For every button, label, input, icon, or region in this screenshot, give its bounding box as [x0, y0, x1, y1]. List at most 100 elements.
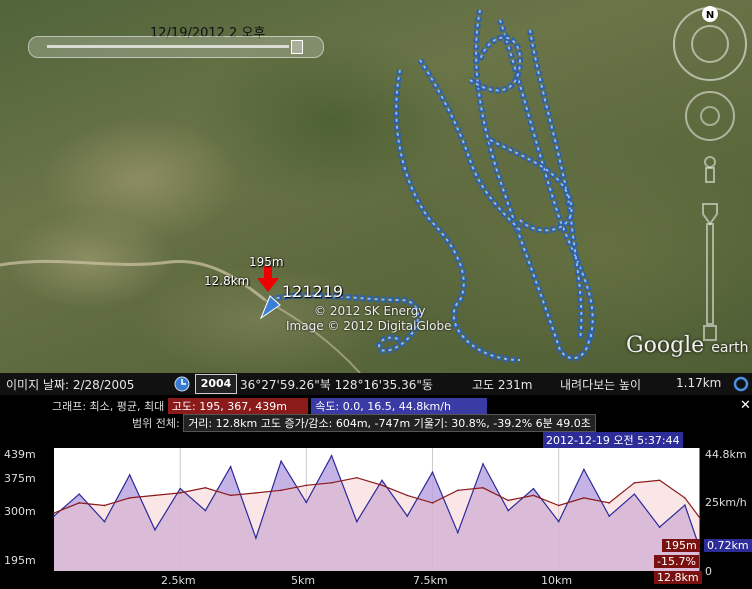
navigation-controls[interactable]: N	[670, 4, 752, 349]
status-bar: 이미지 날짜: 2/28/2005 2004 36°27'59.26"북 128…	[0, 373, 752, 395]
altitude-point	[557, 504, 560, 507]
speed-point	[482, 463, 484, 465]
speed-point	[78, 493, 81, 495]
cursor-speed: 0.72km	[704, 539, 752, 552]
altitude-point	[633, 481, 636, 484]
y-left-tick: 439m	[4, 448, 36, 461]
gps-track-segment	[473, 9, 593, 362]
pegman-body	[705, 167, 715, 183]
historical-year-button[interactable]: 2004	[195, 374, 237, 394]
speed-point	[280, 460, 282, 462]
y-left-tick: 375m	[4, 472, 36, 485]
speed-point	[154, 529, 156, 531]
copyright-line-2: Image © 2012 DigitalGlobe	[286, 319, 452, 333]
altitude-point	[507, 499, 510, 502]
zoom-slider[interactable]	[706, 223, 714, 325]
speed-point	[633, 493, 636, 495]
altitude-point	[532, 494, 535, 497]
x-tick: 7.5km	[413, 574, 448, 587]
zoom-in-icon[interactable]	[702, 203, 718, 226]
speed-point	[456, 531, 459, 534]
move-joystick[interactable]	[685, 91, 735, 141]
y-right-tick: 44.8km	[705, 448, 747, 461]
speed-point	[431, 471, 434, 473]
cursor-slope: -15.7%	[654, 555, 699, 568]
elevation-profile-panel[interactable]: ✕ 그래프: 최소, 평균, 최대 고도: 195, 367, 439m 속도:…	[0, 395, 752, 589]
altitude-point	[381, 484, 383, 487]
speed-point	[658, 526, 661, 528]
elevation-tag: 195m	[249, 255, 284, 269]
altitude-point	[330, 481, 333, 484]
historical-imagery-clock-icon[interactable]	[174, 376, 190, 392]
move-center	[700, 106, 720, 126]
imagery-date: 이미지 날짜: 2/28/2005	[6, 378, 135, 392]
speed-point	[179, 487, 181, 490]
y-right-tick: 25km/h	[705, 496, 747, 509]
gps-track-segment	[475, 9, 591, 360]
streaming-status-icon	[733, 376, 749, 392]
altitude-point	[179, 492, 181, 494]
pointer-elevation: 고도 231m	[472, 378, 533, 392]
altitude-point	[658, 479, 661, 482]
altitude-point	[431, 502, 434, 504]
speed-point	[53, 515, 55, 517]
altitude-point	[280, 489, 282, 492]
eye-altitude-value: 1.17km	[676, 376, 722, 390]
copyright-line-1: © 2012 SK Energy	[314, 304, 426, 318]
gps-track-segment	[529, 29, 583, 341]
altitude-point	[684, 497, 686, 499]
speed-point	[103, 520, 106, 523]
altitude-point	[103, 504, 106, 507]
pointer-coordinates: 36°27'59.26"북 128°16'35.36"동	[240, 378, 433, 392]
altitude-point	[699, 517, 701, 519]
placemark-arrow-icon	[257, 266, 279, 292]
altitude-point	[78, 502, 81, 504]
altitude-point	[482, 487, 484, 489]
speed-point	[305, 501, 308, 504]
elevation-chart[interactable]	[0, 395, 752, 589]
y-left-tick: 195m	[4, 554, 36, 567]
y-right-tick: 0	[705, 565, 712, 578]
speed-point	[229, 465, 232, 468]
y-left-tick: 300m	[4, 505, 36, 518]
speed-point	[557, 520, 560, 523]
speed-point	[507, 509, 510, 512]
speed-point	[608, 515, 610, 517]
compass-letter: N	[706, 10, 714, 21]
altitude-point	[204, 487, 207, 489]
time-slider-track[interactable]	[47, 45, 289, 48]
speed-point	[406, 515, 409, 517]
altitude-point	[456, 489, 459, 492]
speed-point	[684, 504, 686, 506]
eye-altitude-label: 내려다보는 높이	[560, 378, 642, 392]
zoom-out-icon[interactable]	[703, 325, 717, 341]
cursor-distance: 12.8km	[654, 571, 702, 584]
placemark-title[interactable]: 121219	[282, 282, 343, 301]
look-joystick[interactable]	[691, 25, 729, 63]
altitude-point	[406, 494, 409, 497]
cursor-altitude: 195m	[662, 539, 700, 552]
distance-tag: 12.8km	[204, 274, 250, 288]
speed-point	[204, 509, 207, 512]
speed-point	[128, 474, 131, 476]
altitude-point	[356, 476, 358, 479]
speed-point	[255, 537, 257, 539]
altitude-point	[154, 494, 156, 497]
speed-point	[356, 520, 358, 523]
altitude-point	[255, 492, 257, 494]
altitude-point	[305, 484, 308, 487]
speed-point	[381, 479, 383, 482]
x-tick: 10km	[541, 574, 573, 587]
street-view-pegman-icon[interactable]	[704, 156, 716, 168]
altitude-point	[128, 497, 131, 499]
time-slider[interactable]	[28, 36, 324, 58]
altitude-point	[583, 497, 585, 499]
map-view[interactable]: 12/19/2012 2 오후 195m 12.8km 121219 © 201…	[0, 0, 752, 373]
x-tick: 5km	[291, 574, 316, 587]
gps-track-segment	[527, 29, 585, 341]
x-tick: 2.5km	[161, 574, 196, 587]
speed-point	[583, 468, 585, 471]
speed-point	[532, 487, 535, 490]
altitude-point	[53, 512, 55, 514]
time-slider-knob[interactable]	[291, 40, 303, 54]
